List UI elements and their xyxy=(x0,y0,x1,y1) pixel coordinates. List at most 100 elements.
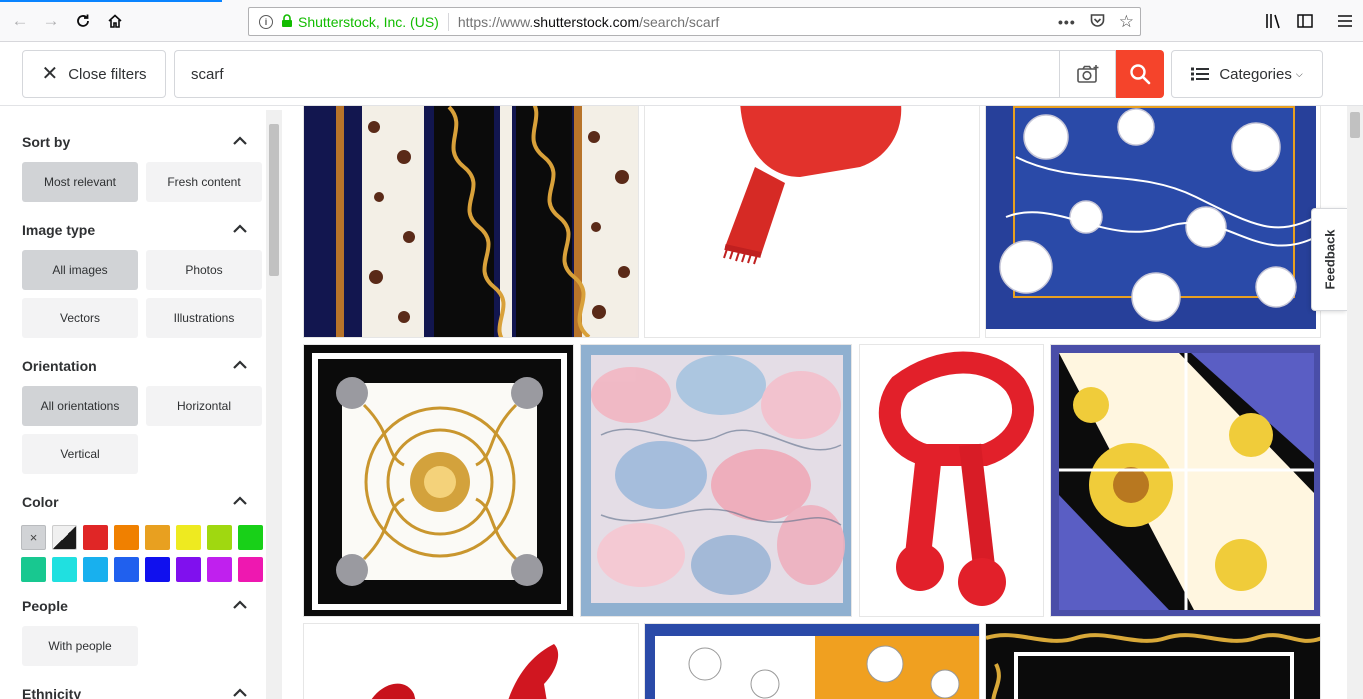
color-swatch[interactable] xyxy=(145,525,170,550)
url-prefix: https://www. xyxy=(457,13,534,30)
color-swatch[interactable] xyxy=(145,557,170,582)
categories-label: Categories xyxy=(1219,65,1292,83)
reload-icon[interactable] xyxy=(71,9,95,33)
color-swatch[interactable] xyxy=(207,525,232,550)
chevron-up-icon[interactable] xyxy=(232,599,248,611)
url-path: /search/scarf xyxy=(639,13,720,30)
image-type-all-button[interactable]: All images xyxy=(22,250,138,290)
color-swatch[interactable] xyxy=(83,525,108,550)
active-tab-indicator xyxy=(0,0,222,2)
color-swatch[interactable] xyxy=(238,557,263,582)
image-result[interactable] xyxy=(303,344,574,617)
image-type-heading: Image type xyxy=(22,222,96,238)
url-bar[interactable]: i Shutterstock, Inc. (US) https://www.sh… xyxy=(248,7,1141,36)
image-result[interactable] xyxy=(985,623,1321,699)
color-swatch[interactable] xyxy=(114,557,139,582)
orientation-heading: Orientation xyxy=(22,358,97,374)
sort-most-relevant-button[interactable]: Most relevant xyxy=(22,162,138,202)
color-swatch[interactable] xyxy=(176,525,201,550)
image-type-illustrations-button[interactable]: Illustrations xyxy=(146,298,262,338)
library-icon[interactable] xyxy=(1265,9,1283,33)
search-input[interactable] xyxy=(174,50,1059,98)
close-filters-label: Close filters xyxy=(68,65,147,83)
site-identity[interactable]: i Shutterstock, Inc. (US) xyxy=(249,14,439,30)
people-with-people-button[interactable]: With people xyxy=(22,626,138,666)
home-icon[interactable] xyxy=(103,9,127,33)
browser-toolbar: ← → i Shutterstock, Inc. (US) https://ww… xyxy=(0,0,1363,42)
categories-button[interactable]: Categories ⌵ xyxy=(1171,50,1323,98)
red-scarf-image xyxy=(723,106,902,265)
search-icon xyxy=(1130,64,1151,85)
search-bar xyxy=(174,50,1164,98)
color-swatch[interactable] xyxy=(207,557,232,582)
red-scarf-3d-image xyxy=(371,644,559,699)
color-swatch[interactable] xyxy=(52,557,77,582)
url-text[interactable]: https://www.shutterstock.com/search/scar… xyxy=(458,14,719,30)
list-icon xyxy=(1191,67,1210,81)
menu-icon[interactable] xyxy=(1337,9,1353,33)
chevron-up-icon[interactable] xyxy=(232,495,248,507)
chevron-up-icon[interactable] xyxy=(232,687,248,699)
image-type-vectors-button[interactable]: Vectors xyxy=(22,298,138,338)
orientation-vertical-button[interactable]: Vertical xyxy=(22,434,138,474)
color-black-white-swatch[interactable] xyxy=(52,525,77,550)
chevron-up-icon[interactable] xyxy=(232,359,248,371)
chevron-up-icon[interactable] xyxy=(232,135,248,147)
color-swatch[interactable] xyxy=(21,557,46,582)
chevron-down-icon: ⌵ xyxy=(1295,68,1303,79)
reverse-image-search-button[interactable] xyxy=(1059,50,1116,98)
feedback-tab[interactable]: Feedback xyxy=(1311,208,1347,311)
bookmark-star-icon[interactable]: ☆ xyxy=(1119,12,1134,32)
lock-icon xyxy=(281,13,293,30)
image-result[interactable] xyxy=(985,106,1321,338)
people-heading: People xyxy=(22,598,68,614)
baroque-stripe-pattern-image xyxy=(304,106,638,337)
baroque-square-scarf-image xyxy=(304,345,573,616)
forward-icon[interactable]: → xyxy=(39,9,63,33)
color-swatch[interactable] xyxy=(114,525,139,550)
close-icon: ✕ xyxy=(41,63,59,85)
page-scrollbar[interactable] xyxy=(1347,106,1363,699)
sort-fresh-content-button[interactable]: Fresh content xyxy=(146,162,262,202)
close-filters-button[interactable]: ✕ Close filters xyxy=(22,50,166,98)
color-swatch[interactable] xyxy=(83,557,108,582)
image-result[interactable] xyxy=(303,623,639,699)
floral-orange-scarf-image xyxy=(645,624,979,699)
image-result[interactable] xyxy=(580,344,852,617)
orientation-horizontal-button[interactable]: Horizontal xyxy=(146,386,262,426)
color-clear-swatch[interactable]: × xyxy=(21,525,46,550)
filters-sidebar: Sort by Most relevant Fresh content Imag… xyxy=(0,106,282,699)
gold-baroque-scarf-image xyxy=(1051,345,1320,616)
info-icon[interactable]: i xyxy=(259,14,273,29)
image-result[interactable] xyxy=(1050,344,1321,617)
site-header: ✕ Close filters Categories ⌵ xyxy=(0,42,1363,106)
gold-chain-scarf-image xyxy=(986,624,1320,699)
page-actions-icon[interactable]: ••• xyxy=(1058,14,1076,30)
image-result[interactable] xyxy=(859,344,1044,617)
url-domain: shutterstock.com xyxy=(533,13,640,30)
site-identity-label: Shutterstock, Inc. (US) xyxy=(298,13,439,30)
ethnicity-heading: Ethnicity xyxy=(22,686,82,699)
image-result[interactable] xyxy=(644,623,980,699)
search-button[interactable] xyxy=(1116,50,1164,98)
color-swatch[interactable] xyxy=(176,557,201,582)
sidebar-scrollbar-thumb[interactable] xyxy=(269,124,279,276)
camera-icon xyxy=(1076,65,1098,83)
image-result[interactable] xyxy=(644,106,980,338)
image-results-grid xyxy=(282,106,1347,699)
image-result[interactable] xyxy=(303,106,639,338)
sort-by-heading: Sort by xyxy=(22,134,71,150)
floral-blue-scarf-image xyxy=(986,106,1320,337)
sidebar-toggle-icon[interactable] xyxy=(1297,9,1313,33)
feedback-label: Feedback xyxy=(1322,229,1338,290)
image-type-photos-button[interactable]: Photos xyxy=(146,250,262,290)
pocket-icon[interactable] xyxy=(1090,13,1105,30)
chevron-up-icon[interactable] xyxy=(232,223,248,235)
pastel-floral-scarf-image xyxy=(581,345,851,616)
page-scrollbar-thumb[interactable] xyxy=(1350,112,1360,138)
url-separator xyxy=(447,12,449,31)
orientation-all-button[interactable]: All orientations xyxy=(22,386,138,426)
color-swatch[interactable] xyxy=(238,525,263,550)
red-knit-scarf-image xyxy=(878,351,1035,606)
back-icon[interactable]: ← xyxy=(8,9,32,33)
